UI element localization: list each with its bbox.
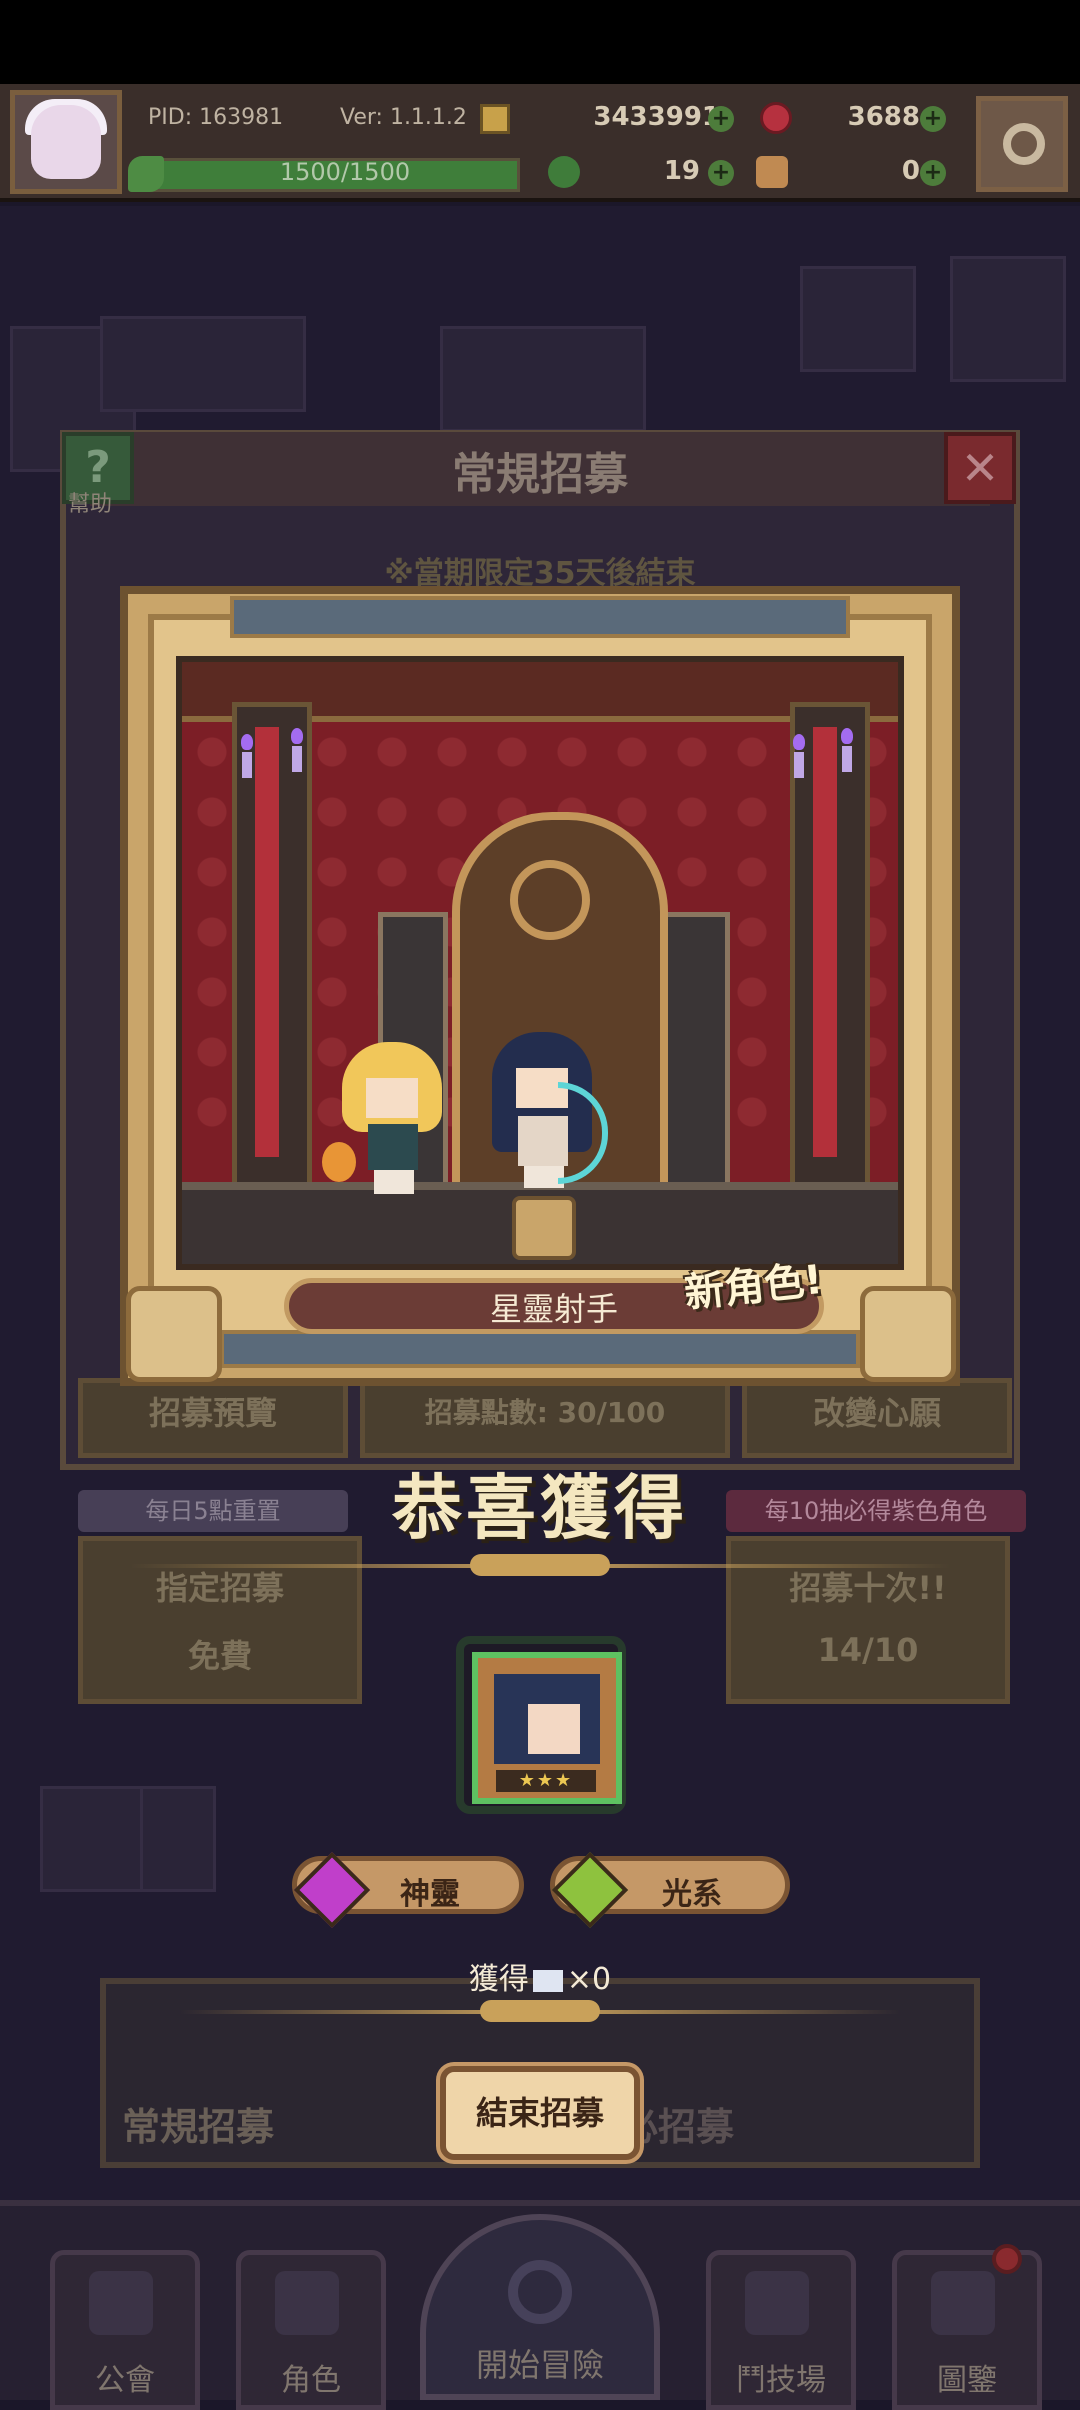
hand-icon [756,156,788,188]
card-bottom-band [220,1330,860,1368]
stamina-text: 1500/1500 [279,158,411,186]
character-icon [275,2271,339,2335]
character-portrait-frame[interactable]: ★★★ [456,1636,626,1814]
obtain-count: 獲得 ×0 [468,1962,612,1997]
gold-amount: 3433991 [593,102,720,132]
swords-icon [745,2271,809,2335]
nav-arena[interactable]: 鬥技場 [706,2250,856,2410]
nav-codex[interactable]: 圖鑒 [892,2250,1042,2410]
add-gem-icon[interactable]: + [920,106,946,132]
race-tag: 神靈 [292,1851,524,1929]
corner-ornament-left [126,1286,222,1382]
add-gold-icon[interactable]: + [708,106,734,132]
help-label: 幫助 [68,492,113,517]
divider-ornament [480,2000,600,2022]
divider-ornament [470,1554,610,1576]
points-display: 招募點數: 30/100 [360,1378,730,1458]
gem-amount: 3688 [847,102,920,132]
add-hand-icon[interactable]: + [920,160,946,186]
preview-button[interactable]: 招募預覽 [78,1378,348,1458]
coin-icon [480,104,510,134]
book-icon [931,2271,995,2335]
nav-guild[interactable]: 公會 [50,2250,200,2410]
gem-icon [760,102,792,134]
designated-recruit-button[interactable]: 指定招募 免費 [78,1536,362,1704]
nav-character[interactable]: 角色 [236,2250,386,2410]
magnifier-icon [508,2260,572,2324]
notification-dot [992,2244,1022,2274]
ten-recruit-button[interactable]: 招募十次!! 14/10 [726,1536,1010,1704]
close-button[interactable]: ✕ [944,432,1016,504]
star-rating: ★★★ [496,1770,596,1792]
wish-button[interactable]: 改變心願 [742,1378,1012,1458]
clover-amount: 19 [663,156,700,186]
leaf-icon [128,156,164,192]
card-top-band [230,596,850,638]
element-tag: 光系 [550,1851,790,1929]
version-label: Ver: 1.1.1.2 [340,105,467,130]
ticket-icon [532,1969,563,1992]
corner-ornament-right [860,1286,956,1382]
blonde-character-sprite [322,1042,442,1194]
banner-left-label: 常規招募 [122,2105,275,2149]
player-id: PID: 163981 [148,105,284,130]
player-avatar[interactable] [10,90,122,194]
settings-button[interactable] [976,96,1068,192]
throne-room-scene [176,656,904,1270]
gear-icon [1003,123,1045,165]
status-bar [0,0,1080,84]
end-recruit-button[interactable]: 結束招募 [440,2066,640,2160]
guild-icon [89,2271,153,2335]
panel-title: 常規招募 [452,449,628,500]
clover-icon [548,156,580,188]
add-clover-icon[interactable]: + [708,160,734,186]
archer-character-sprite [492,1032,608,1188]
close-icon: ✕ [960,441,1000,495]
hand-amount: 0 [901,156,920,186]
congrats-title: 恭喜獲得 [392,1467,688,1549]
